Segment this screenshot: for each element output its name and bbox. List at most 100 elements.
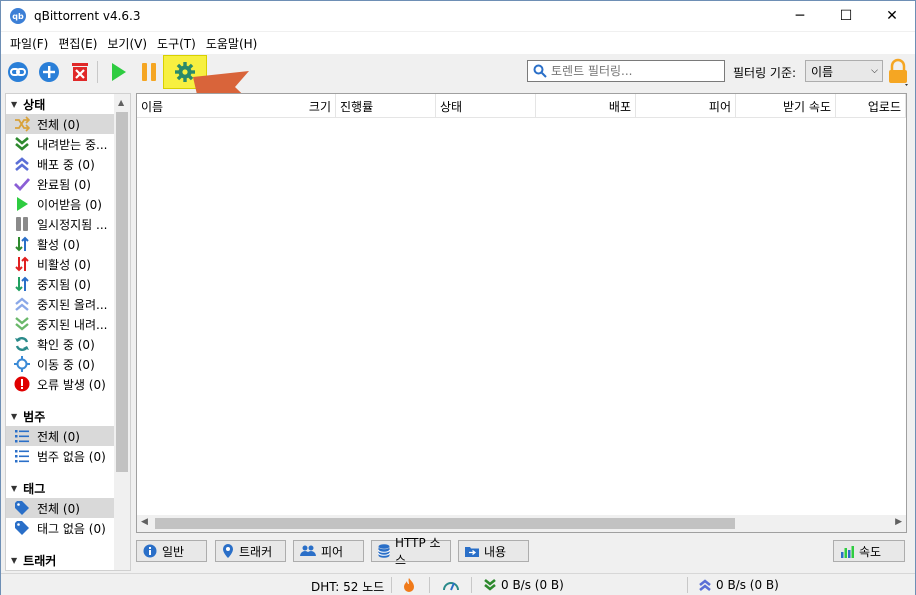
- maximize-button[interactable]: ☐: [823, 1, 869, 31]
- collapse-triangle-icon: ▼: [11, 555, 18, 565]
- torrent-filter-search[interactable]: [527, 60, 725, 82]
- upload-speed-status: 0 B/s (0 B): [698, 578, 779, 592]
- pause-icon: [142, 63, 156, 81]
- toolbar-separator: [97, 61, 98, 83]
- status-filter-item[interactable]: 이동 중 (0): [6, 354, 114, 374]
- tab-general[interactable]: 일반: [136, 540, 207, 562]
- tab-general-label: 일반: [162, 544, 185, 559]
- paused-icon: [14, 216, 30, 232]
- column-status-label: 상태: [440, 99, 463, 114]
- tag-filter-item[interactable]: 전체 (0): [6, 498, 114, 518]
- upload-chevron-icon: [14, 156, 30, 172]
- app-window: qb qBittorrent v4.6.3 ─ ☐ ✕ 파일(F) 편집(E) …: [0, 0, 916, 595]
- sidebar-scroll-thumb[interactable]: [116, 112, 128, 472]
- minimize-button[interactable]: ─: [777, 1, 823, 31]
- status-filter-item[interactable]: 비활성 (0): [6, 254, 114, 274]
- add-torrent-file-button[interactable]: [35, 58, 63, 86]
- tab-content[interactable]: 내용: [458, 540, 529, 562]
- tracker-section-header[interactable]: ▼ 트래커: [6, 550, 130, 570]
- menu-file[interactable]: 파일(F): [5, 35, 53, 52]
- refresh-icon: [14, 336, 30, 352]
- close-button[interactable]: ✕: [869, 1, 915, 31]
- column-upload-speed[interactable]: 업로드: [836, 94, 906, 118]
- menu-view[interactable]: 보기(V): [102, 35, 152, 52]
- scroll-left-icon[interactable]: ◀: [141, 517, 148, 527]
- menu-tools[interactable]: 도구(T): [152, 35, 201, 52]
- column-seeds[interactable]: 배포: [536, 94, 636, 118]
- menu-edit[interactable]: 편집(E): [53, 35, 102, 52]
- status-separator: [429, 577, 430, 593]
- horizontal-scrollbar[interactable]: ◀ ▶: [137, 515, 906, 532]
- database-icon: [378, 544, 390, 558]
- category-section-header[interactable]: ▼ 범주: [6, 406, 130, 426]
- tab-http-sources[interactable]: HTTP 소스: [371, 536, 451, 567]
- filter-sidebar: ▼ 상태 전체 (0) 내려받는 중... 배포 중 (0) 완료됨 (0) 이어받음 (…: [5, 93, 131, 571]
- resume-icon: [14, 196, 30, 212]
- category-filter-item[interactable]: 범주 없음 (0): [6, 446, 114, 466]
- stopped-arrows-icon: [14, 276, 30, 292]
- search-input[interactable]: [551, 64, 721, 78]
- status-filter-item[interactable]: 완료됨 (0): [6, 174, 114, 194]
- status-filter-item-label: 비활성 (0): [37, 257, 91, 272]
- error-icon: [14, 376, 30, 392]
- filter-by-value: 이름: [811, 64, 834, 79]
- stopped-download-icon: [14, 316, 30, 332]
- flame-button[interactable]: [403, 578, 415, 592]
- status-filter-item[interactable]: 중지된 내려...: [6, 314, 114, 334]
- status-filter-item[interactable]: 전체 (0): [6, 114, 114, 134]
- status-filter-item-label: 이동 중 (0): [37, 357, 95, 372]
- status-filter-item-label: 활성 (0): [37, 237, 80, 252]
- column-download-speed[interactable]: 받기 속도: [736, 94, 836, 118]
- remove-torrent-button[interactable]: [66, 58, 94, 86]
- status-filter-item[interactable]: 일시정지됨 ...: [6, 214, 114, 234]
- column-progress[interactable]: 진행률: [336, 94, 436, 118]
- scroll-right-icon[interactable]: ▶: [895, 517, 902, 527]
- download-chevron-icon: [484, 578, 496, 591]
- status-filter-item-label: 전체 (0): [37, 117, 80, 132]
- sidebar-scrollbar[interactable]: ▲: [114, 94, 130, 570]
- active-arrows-icon: [14, 236, 30, 252]
- status-filter-item[interactable]: 오류 발생 (0): [6, 374, 114, 394]
- pause-button[interactable]: [135, 58, 163, 86]
- torrent-list[interactable]: 이름 크기 진행률 상태 배포 피어 받기 속도 업로드 ◀ ▶: [136, 93, 907, 533]
- add-torrent-link-button[interactable]: [4, 58, 32, 86]
- filter-by-label: 필터링 기준:: [733, 66, 797, 80]
- status-filter-item[interactable]: 중지된 올려...: [6, 294, 114, 314]
- filter-by-select[interactable]: 이름 ⌵: [805, 60, 883, 82]
- status-filter-item[interactable]: 확인 중 (0): [6, 334, 114, 354]
- tag-filter-item[interactable]: 태그 없음 (0): [6, 518, 114, 538]
- category-filter-item-label: 범주 없음 (0): [37, 449, 106, 464]
- category-filter-item[interactable]: 전체 (0): [6, 426, 114, 446]
- lock-icon[interactable]: [887, 58, 909, 86]
- column-name-label: 이름: [141, 99, 164, 114]
- options-button[interactable]: [163, 55, 207, 89]
- status-filter-item[interactable]: 중지됨 (0): [6, 274, 114, 294]
- tab-speed[interactable]: 속도: [833, 540, 905, 562]
- status-filter-item-label: 중지됨 (0): [37, 277, 91, 292]
- column-status[interactable]: 상태: [436, 94, 536, 118]
- download-chevron-icon: [14, 136, 30, 152]
- scroll-up-icon[interactable]: ▲: [118, 98, 124, 107]
- tab-peers[interactable]: 피어: [293, 540, 364, 562]
- status-filter-item[interactable]: 활성 (0): [6, 234, 114, 254]
- column-peers[interactable]: 피어: [636, 94, 736, 118]
- speed-limit-button[interactable]: [443, 578, 459, 592]
- status-filter-item[interactable]: 배포 중 (0): [6, 154, 114, 174]
- tag-section-header[interactable]: ▼ 태그: [6, 478, 130, 498]
- status-filter-item[interactable]: 이어받음 (0): [6, 194, 114, 214]
- resume-button[interactable]: [104, 58, 132, 86]
- tag-icon: [14, 520, 30, 536]
- column-name[interactable]: 이름 크기: [137, 94, 336, 118]
- category-section-title: 범주: [23, 409, 46, 424]
- horizontal-scroll-thumb[interactable]: [155, 518, 735, 529]
- status-separator: [687, 577, 688, 593]
- tab-trackers[interactable]: 트래커: [215, 540, 286, 562]
- folder-icon: [465, 547, 479, 557]
- status-section-header[interactable]: ▼ 상태: [6, 94, 130, 114]
- check-icon: [14, 176, 30, 192]
- tab-content-label: 내용: [484, 544, 507, 559]
- tab-trackers-label: 트래커: [239, 544, 273, 559]
- status-filter-item[interactable]: 내려받는 중...: [6, 134, 114, 154]
- collapse-triangle-icon: ▼: [11, 411, 18, 421]
- menu-help[interactable]: 도움말(H): [201, 35, 263, 52]
